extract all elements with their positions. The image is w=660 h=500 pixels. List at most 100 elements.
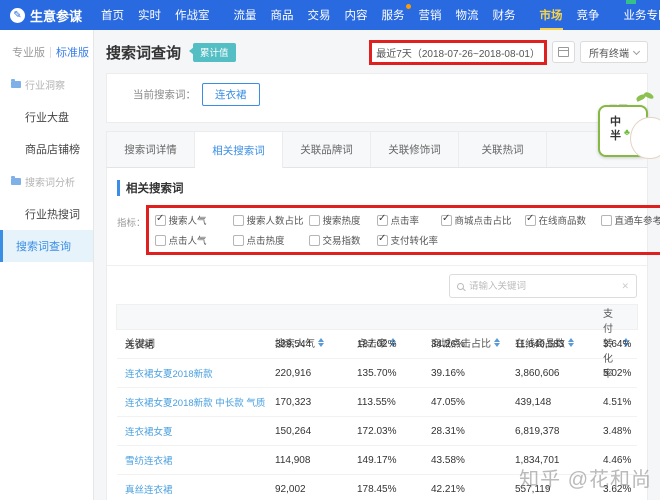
table-row: 连衣裙女夏2018新款 中长款 气质 170,323 113.55% 47.05… bbox=[117, 388, 637, 417]
folder-icon bbox=[11, 81, 21, 88]
watermark: 知乎 @花和尚 bbox=[519, 463, 652, 492]
nav-item-content[interactable]: 内容 bbox=[338, 0, 375, 30]
sidebar-item-industry-board[interactable]: 行业大盘 bbox=[9, 101, 93, 133]
folder-icon bbox=[11, 178, 21, 185]
checkbox-label: 点击人气 bbox=[169, 233, 207, 247]
tab-related-brand-words[interactable]: 关联品牌词 bbox=[283, 132, 371, 167]
checkbox-icon bbox=[601, 215, 612, 226]
checkbox-click-rate[interactable]: 点击率 bbox=[377, 213, 439, 227]
nav-item-realtime[interactable]: 实时 bbox=[131, 0, 168, 30]
sidebar-tab-pro[interactable]: 专业版 bbox=[12, 44, 45, 60]
mall-click-ratio-cell: 34.26% bbox=[431, 339, 515, 350]
sidebar-item-hot-search-words[interactable]: 行业热搜词 bbox=[9, 198, 93, 230]
checkbox-label: 支付转化率 bbox=[391, 233, 439, 247]
mascot-text: 半 bbox=[610, 127, 621, 143]
nav-item-competition[interactable]: 竞争 bbox=[570, 0, 607, 30]
main-content: 搜索词查询 累计值 最近7天（2018-07-26~2018-08-01） 所有… bbox=[94, 30, 660, 500]
tab-search-word-detail[interactable]: 搜索词详情 bbox=[107, 132, 195, 167]
cumulative-badge: 累计值 bbox=[193, 43, 236, 62]
keyword-cell[interactable]: 连衣裙 bbox=[125, 337, 275, 351]
nav-item-goods[interactable]: 商品 bbox=[264, 0, 301, 30]
nav-item-home[interactable]: 首页 bbox=[94, 0, 131, 30]
tab-related-hot-words[interactable]: 关联热词 bbox=[459, 132, 547, 167]
search-popularity-cell: 170,323 bbox=[275, 397, 357, 408]
brand[interactable]: ✎ 生意参谋 bbox=[10, 6, 82, 25]
date-range[interactable]: 最近7天（2018-07-26~2018-08-01） bbox=[369, 40, 547, 65]
clear-icon[interactable]: ✕ bbox=[621, 281, 629, 292]
mascot-widget[interactable]: 中 半 ♣ bbox=[596, 93, 660, 161]
pay-conversion-cell: 3.48% bbox=[603, 426, 631, 437]
checkbox-searcher-ratio[interactable]: 搜索人数占比 bbox=[233, 213, 307, 227]
sidebar-item-search-word-query[interactable]: 搜索词查询 bbox=[0, 230, 93, 262]
checkbox-ztc-ref-price[interactable]: 直通车参考价 bbox=[601, 213, 660, 227]
nav-item-marketing[interactable]: 营销 bbox=[412, 0, 449, 30]
pay-conversion-cell: 5.02% bbox=[603, 368, 631, 379]
click-rate-cell: 135.70% bbox=[357, 368, 431, 379]
nav-item-service[interactable]: 服务 bbox=[375, 0, 412, 30]
nav-item-biz-zone[interactable]: 业务专区 bbox=[617, 0, 660, 30]
checkbox-pay-conversion[interactable]: 支付转化率 bbox=[377, 233, 439, 247]
click-rate-cell: 187.02% bbox=[357, 339, 431, 350]
hot-badge bbox=[406, 4, 411, 9]
keyword-cell[interactable]: 雪纺连衣裙 bbox=[125, 453, 275, 467]
checkbox-click-heat[interactable]: 点击热度 bbox=[233, 233, 307, 247]
keyword-search-box[interactable]: ✕ bbox=[449, 274, 637, 298]
checkbox-icon bbox=[377, 235, 388, 246]
table-header: 关键词 搜索人气 点击率 商城点击占比 在线商品数 支付转化率 bbox=[116, 304, 638, 330]
nav-item-traffic[interactable]: 流量 bbox=[227, 0, 264, 30]
mall-click-ratio-cell: 47.05% bbox=[431, 397, 515, 408]
click-rate-cell: 113.55% bbox=[357, 397, 431, 408]
chevron-down-icon bbox=[633, 47, 640, 54]
terminal-label: 所有终端 bbox=[589, 45, 629, 60]
nav-item-finance[interactable]: 财务 bbox=[486, 0, 523, 30]
keyword-cell[interactable]: 连衣裙女夏2018新款 中长款 气质 bbox=[125, 395, 275, 409]
tab-related-search-words[interactable]: 相关搜索词 bbox=[195, 132, 283, 168]
tab-related-modifier-words[interactable]: 关联修饰词 bbox=[371, 132, 459, 167]
table-row: 连衣裙女夏2018新款 220,916 135.70% 39.16% 3,860… bbox=[117, 359, 637, 388]
online-items-cell: 11,640,583 bbox=[515, 339, 603, 350]
nav-item-logistics[interactable]: 物流 bbox=[449, 0, 486, 30]
search-popularity-cell: 150,264 bbox=[275, 426, 357, 437]
click-rate-cell: 149.17% bbox=[357, 455, 431, 466]
keyword-search-input[interactable] bbox=[469, 281, 616, 292]
current-keyword-tag[interactable]: 连衣裙 bbox=[202, 83, 260, 106]
checkbox-search-popularity[interactable]: 搜索人气 bbox=[155, 213, 231, 227]
search-popularity-cell: 92,002 bbox=[275, 484, 357, 495]
checkbox-icon bbox=[155, 235, 166, 246]
pay-conversion-cell: 4.51% bbox=[603, 397, 631, 408]
sidebar-tab-standard[interactable]: 标准版 bbox=[56, 44, 89, 60]
current-keyword-card: 当前搜索词： 连衣裙 展开 bbox=[106, 73, 648, 123]
nav-item-trade[interactable]: 交易 bbox=[301, 0, 338, 30]
metrics-filter-annotation: 搜索人气 搜索人数占比 搜索热度 点击率 商城点击占比 在线商品数 直通车参考价… bbox=[146, 205, 660, 255]
checkbox-online-items[interactable]: 在线商品数 bbox=[525, 213, 599, 227]
checkbox-click-popularity[interactable]: 点击人气 bbox=[155, 233, 231, 247]
leaf-icon bbox=[643, 91, 654, 100]
checkbox-trade-index[interactable]: 交易指数 bbox=[309, 233, 375, 247]
search-popularity-cell: 339,544 bbox=[275, 339, 357, 350]
calendar-button[interactable] bbox=[552, 41, 575, 63]
sidebar-group-label: 行业洞察 bbox=[25, 77, 65, 92]
sidebar-group-search-analysis: 搜索词分析 bbox=[9, 165, 93, 198]
keyword-cell[interactable]: 连衣裙女夏2018新款 bbox=[125, 366, 275, 380]
checkbox-icon bbox=[377, 215, 388, 226]
keyword-cell[interactable]: 真丝连衣裙 bbox=[125, 482, 275, 496]
checkbox-mall-click-ratio[interactable]: 商城点击占比 bbox=[441, 213, 523, 227]
click-rate-cell: 172.03% bbox=[357, 426, 431, 437]
checkbox-label: 搜索热度 bbox=[323, 213, 361, 227]
checkbox-label: 直通车参考价 bbox=[615, 213, 660, 227]
nav-item-market[interactable]: 市场 bbox=[533, 0, 570, 30]
search-icon bbox=[457, 283, 464, 290]
metrics-label: 指标： bbox=[117, 205, 146, 229]
terminal-select[interactable]: 所有终端 bbox=[580, 41, 648, 63]
brand-name: 生意参谋 bbox=[30, 6, 82, 25]
sidebar-item-shop-ranking[interactable]: 商品店铺榜 bbox=[9, 133, 93, 165]
checkbox-icon bbox=[309, 215, 320, 226]
checkbox-icon bbox=[525, 215, 536, 226]
keyword-cell[interactable]: 连衣裙女夏 bbox=[125, 424, 275, 438]
checkbox-search-heat[interactable]: 搜索热度 bbox=[309, 213, 375, 227]
checkbox-icon bbox=[233, 215, 244, 226]
click-rate-cell: 178.45% bbox=[357, 484, 431, 495]
mall-click-ratio-cell: 39.16% bbox=[431, 368, 515, 379]
nav-item-warroom[interactable]: 作战室 bbox=[168, 0, 217, 30]
current-keyword-label: 当前搜索词： bbox=[133, 87, 196, 102]
